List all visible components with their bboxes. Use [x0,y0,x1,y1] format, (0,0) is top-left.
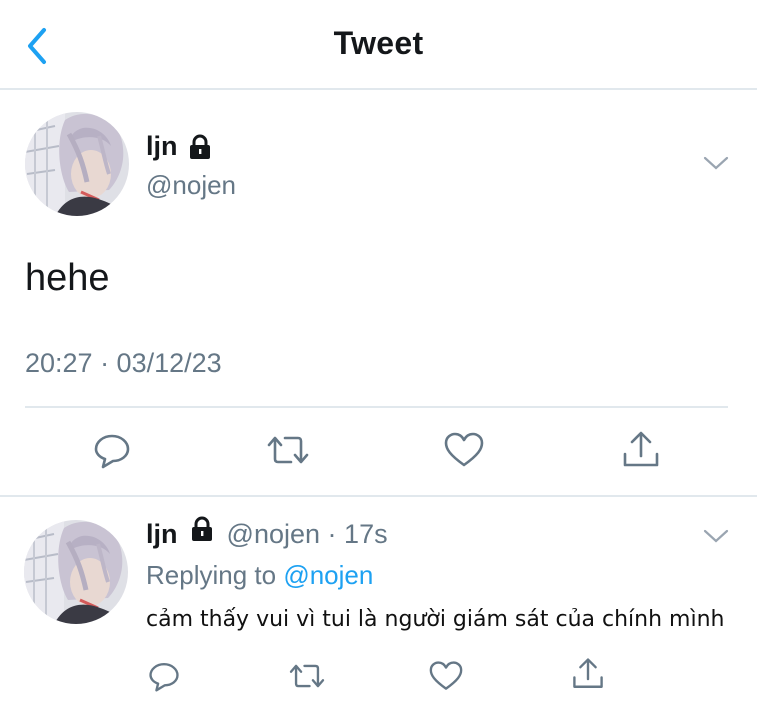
share-icon [621,430,661,475]
share-button[interactable] [619,430,663,474]
replying-to-handle[interactable]: @nojen [283,560,373,590]
heart-icon [444,431,484,474]
share-icon [571,657,605,696]
reply-avatar[interactable] [24,520,128,624]
separator-dot: · [327,519,337,549]
lock-icon [187,134,213,165]
retweet-button[interactable] [266,430,310,474]
author-handle[interactable]: @nojen [146,170,236,201]
retweet-icon [289,660,325,697]
share-button[interactable] [566,654,610,698]
reply-button[interactable] [142,656,186,700]
divider [0,495,757,497]
reply-button[interactable] [90,430,134,474]
retweet-icon [267,431,309,474]
retweet-button[interactable] [285,656,329,700]
chevron-down-icon[interactable] [703,528,729,549]
reply-text: cảm thấy vui vì tui là người giám sát củ… [146,607,725,632]
heart-icon [429,660,463,697]
replying-to-label: Replying to [146,560,277,590]
replying-to: Replying to @nojen [146,560,373,591]
comment-icon [93,431,131,474]
like-button[interactable] [442,430,486,474]
reply-author-handle[interactable]: @nojen [227,519,320,549]
divider [25,406,728,408]
page-title: Tweet [333,25,424,61]
tweet-timestamp[interactable]: 20:27 · 03/12/23 [25,348,222,379]
author-name[interactable]: ljn [146,131,178,162]
reply-author-name[interactable]: ljn [146,519,178,549]
lock-icon [189,516,215,549]
reply-time[interactable]: 17s [344,519,388,549]
reply-header: ljn @nojen · 17s [146,516,388,552]
chevron-down-icon[interactable] [703,155,729,176]
like-button[interactable] [424,656,468,700]
tweet-text: hehe [25,257,110,299]
author-name-text: ljn [146,131,178,161]
comment-icon [148,660,180,697]
avatar[interactable] [25,112,129,216]
